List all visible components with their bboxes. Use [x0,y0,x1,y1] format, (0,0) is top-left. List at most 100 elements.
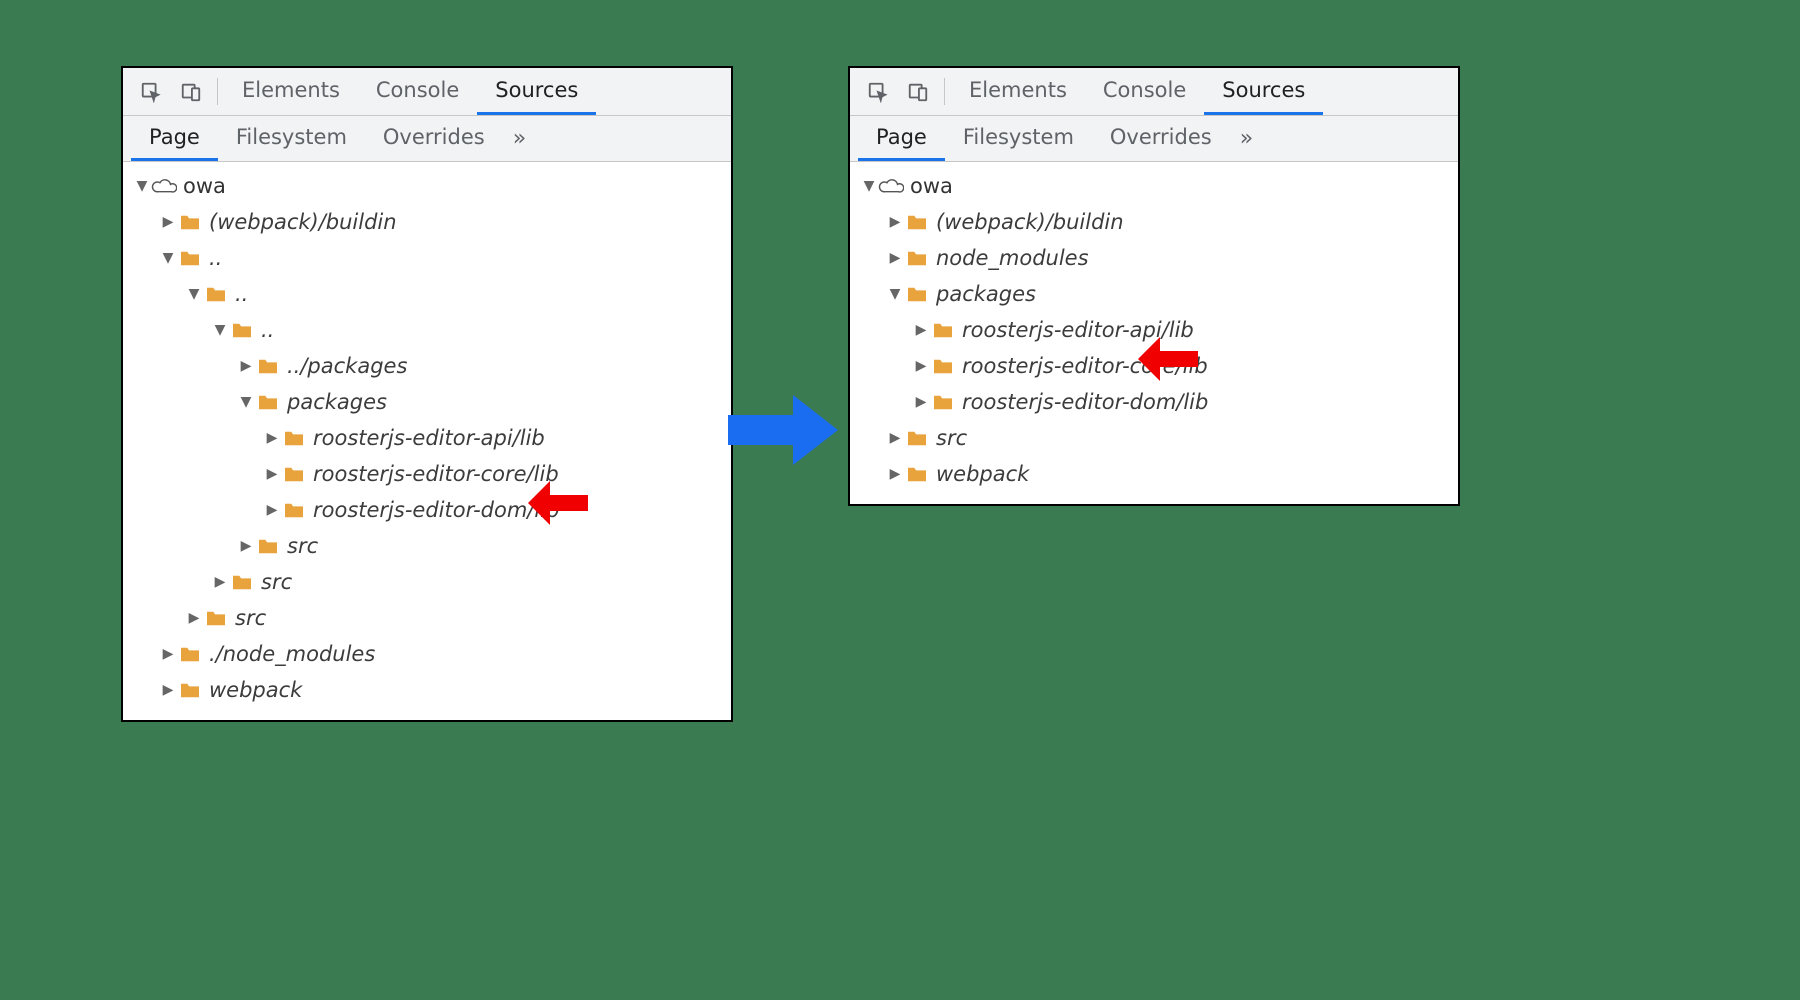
disclosure-icon[interactable]: ▶ [237,358,255,374]
disclosure-icon[interactable]: ▼ [886,286,904,302]
tree-node[interactable]: ▶src [850,420,1458,456]
disclosure-icon[interactable]: ▶ [237,538,255,554]
devtools-top-tabs: Elements Console Sources [850,68,1458,116]
tree-node-label: roosterjs-editor-dom/lib [313,498,559,522]
folder-icon [203,285,229,303]
subtab-page[interactable]: Page [858,116,945,161]
tree-node[interactable]: ▶ (webpack)/buildin [850,204,1458,240]
disclosure-icon[interactable]: ▼ [159,250,177,266]
folder-icon [904,429,930,447]
folder-icon [281,465,307,483]
disclosure-icon[interactable]: ▶ [185,610,203,626]
tree-node-label: webpack [936,462,1029,486]
subtab-overrides[interactable]: Overrides [1092,116,1230,161]
sources-sub-tabs: Page Filesystem Overrides » [850,116,1458,162]
tree-node-label: (webpack)/buildin [209,210,397,234]
folder-icon [904,249,930,267]
disclosure-icon[interactable]: ▶ [263,466,281,482]
disclosure-icon[interactable]: ▶ [159,214,177,230]
tree-node[interactable]: ▶src [123,564,731,600]
disclosure-icon[interactable]: ▼ [237,394,255,410]
tree-node-label: roosterjs-editor-core/lib [962,354,1208,378]
subtab-filesystem[interactable]: Filesystem [218,116,365,161]
disclosure-icon[interactable]: ▼ [133,178,151,194]
disclosure-icon[interactable]: ▶ [263,430,281,446]
inspect-element-icon[interactable] [858,68,898,115]
cloud-icon [878,177,904,195]
tree-node-label: .. [235,282,248,306]
folder-icon [229,321,255,339]
tree-node[interactable]: ▼.. [123,240,731,276]
tab-sources[interactable]: Sources [1204,68,1323,115]
disclosure-icon[interactable]: ▶ [211,574,229,590]
tree-node-label: roosterjs-editor-core/lib [313,462,559,486]
tree-node-label: src [235,606,266,630]
tree-node-label: (webpack)/buildin [936,210,1124,234]
disclosure-icon[interactable]: ▶ [886,430,904,446]
inspect-element-icon[interactable] [131,68,171,115]
tree-node-label: node_modules [936,246,1089,270]
tab-console[interactable]: Console [358,68,477,115]
tree-node[interactable]: ▶ node_modules [850,240,1458,276]
tree-node[interactable]: ▶ roosterjs-editor-dom/lib [123,492,731,528]
tree-node-label: packages [936,282,1036,306]
device-toolbar-icon[interactable] [898,68,938,115]
tab-elements[interactable]: Elements [951,68,1085,115]
disclosure-icon[interactable]: ▼ [860,178,878,194]
sources-file-tree: ▼ owa ▶ (webpack)/buildin ▶ node_modules ▼ pack… [850,162,1458,504]
tree-node[interactable]: ▶ roosterjs-editor-api/lib [850,312,1458,348]
tab-separator [944,78,945,105]
more-tabs-icon[interactable]: » [1230,116,1263,161]
subtab-page[interactable]: Page [131,116,218,161]
tree-node[interactable]: ▼ packages [850,276,1458,312]
folder-icon [177,249,203,267]
disclosure-icon[interactable]: ▶ [886,214,904,230]
subtab-overrides[interactable]: Overrides [365,116,503,161]
tree-node[interactable]: ▼ packages [123,384,731,420]
tree-node[interactable]: ▶./node_modules [123,636,731,672]
disclosure-icon[interactable]: ▼ [211,322,229,338]
tree-root[interactable]: ▼owa [123,168,731,204]
tab-sources[interactable]: Sources [477,68,596,115]
tree-node-label: roosterjs-editor-api/lib [962,318,1194,342]
disclosure-icon[interactable]: ▶ [159,646,177,662]
tree-node-label: roosterjs-editor-dom/lib [962,390,1208,414]
disclosure-icon[interactable]: ▶ [159,682,177,698]
tree-node[interactable]: ▶ (webpack)/buildin [123,204,731,240]
folder-icon [203,609,229,627]
folder-icon [281,429,307,447]
sources-file-tree: ▼owa▶(webpack)/buildin▼..▼..▼..▶../packa… [123,162,731,720]
disclosure-icon[interactable]: ▶ [912,394,930,410]
tab-elements[interactable]: Elements [224,68,358,115]
disclosure-icon[interactable]: ▶ [263,502,281,518]
tree-node[interactable]: ▼.. [123,312,731,348]
tree-root[interactable]: ▼ owa [850,168,1458,204]
disclosure-icon[interactable]: ▼ [185,286,203,302]
tree-node[interactable]: ▶ roosterjs-editor-core/lib [123,456,731,492]
disclosure-icon[interactable]: ▶ [886,250,904,266]
tree-node-label: packages [287,390,387,414]
tree-node[interactable]: ▶ roosterjs-editor-dom/lib [850,384,1458,420]
more-tabs-icon[interactable]: » [503,116,536,161]
folder-icon [904,465,930,483]
tree-node-label: src [287,534,318,558]
tree-node[interactable]: ▶ src [123,600,731,636]
tree-node-label: .. [209,246,222,270]
device-toolbar-icon[interactable] [171,68,211,115]
tree-node[interactable]: ▶ roosterjs-editor-core/lib [850,348,1458,384]
tree-node[interactable]: ▼.. [123,276,731,312]
tree-node[interactable]: ▶roosterjs-editor-api/lib [123,420,731,456]
disclosure-icon[interactable]: ▶ [912,358,930,374]
tree-node[interactable]: ▶webpack [123,672,731,708]
folder-icon [904,213,930,231]
disclosure-icon[interactable]: ▶ [886,466,904,482]
tree-node-label: owa [910,174,953,198]
tab-console[interactable]: Console [1085,68,1204,115]
transition-arrow-icon [723,390,843,480]
disclosure-icon[interactable]: ▶ [912,322,930,338]
subtab-filesystem[interactable]: Filesystem [945,116,1092,161]
tree-node[interactable]: ▶../packages [123,348,731,384]
cloud-icon [151,177,177,195]
tree-node[interactable]: ▶ src [123,528,731,564]
tree-node[interactable]: ▶ webpack [850,456,1458,492]
